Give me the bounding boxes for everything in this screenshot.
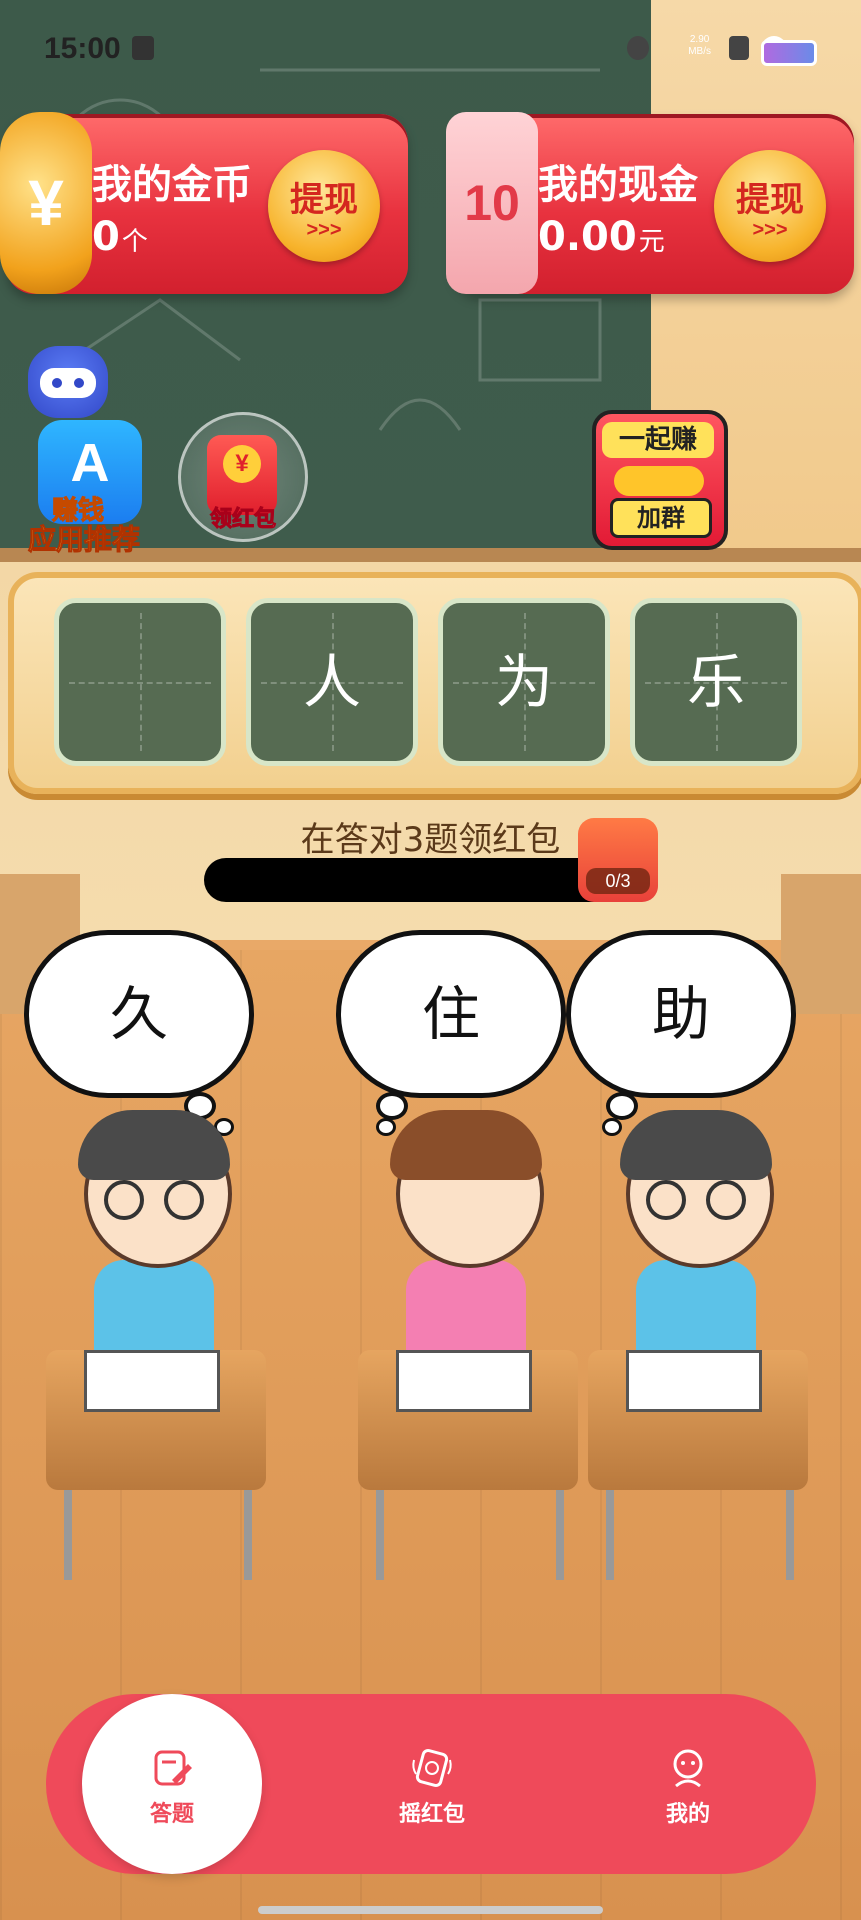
app-recommend-label: 应用推荐 (27, 523, 141, 557)
choice-bubble-3[interactable]: 助 (566, 930, 796, 1098)
robot-face (40, 368, 96, 398)
choice-char: 久 (109, 980, 168, 1048)
coins-card[interactable]: ¥ 我的金币 0个 提现 >>> (0, 112, 408, 294)
close-icon (729, 36, 749, 60)
open-book-icon (626, 1350, 762, 1412)
network-speed-unit: MB/s (688, 46, 711, 57)
idiom-cell-2[interactable]: 人 (246, 598, 418, 766)
idiom-cell-3[interactable]: 为 (438, 598, 610, 766)
tab-profile[interactable]: 我的 (618, 1746, 758, 1828)
red-packet-label: 领红包 (209, 507, 276, 533)
status-time: 15:00 (44, 32, 121, 65)
mute-icon (627, 36, 649, 60)
shake-redpacket-icon (412, 1749, 452, 1787)
cash-withdraw-button[interactable]: 提现 >>> (714, 150, 826, 262)
screen: 15:00 2.90 MB/s ¥ 我的金币 0个 提现 >>> 10 我的现金… (0, 0, 861, 1920)
girl-hair (390, 1110, 542, 1180)
cash-amount: 0.00元 (538, 214, 665, 260)
boy-hair (78, 1110, 230, 1180)
desk-leg (606, 1490, 614, 1580)
robot-assistant-icon[interactable] (28, 346, 108, 418)
open-book-icon (84, 1350, 220, 1412)
withdraw-label: 提现 (290, 180, 358, 220)
desk-leg (556, 1490, 564, 1580)
choice-char: 助 (651, 980, 710, 1048)
chevrons-icon: >>> (306, 219, 342, 241)
gift-box-icon[interactable]: 0/3 (578, 818, 658, 902)
coins-withdraw-button[interactable]: 提现 >>> (268, 150, 380, 262)
quiz-edit-icon (154, 1750, 192, 1786)
home-indicator[interactable] (258, 1906, 603, 1914)
cash-card[interactable]: 10 我的现金 0.00元 提现 >>> (446, 112, 854, 294)
coins-pile-icon (614, 466, 704, 496)
coins-unit: 个 (121, 227, 148, 257)
banknote-icon: 10 (446, 112, 538, 294)
idiom-answer-board: 人 为 乐 (8, 572, 861, 794)
choice-kid-3[interactable]: 助 (566, 930, 836, 1580)
choice-bubble-1[interactable]: 久 (24, 930, 254, 1098)
join-group-button[interactable]: 一起赚 加群 (592, 410, 728, 550)
coins-amount: 0个 (92, 214, 148, 260)
desk-leg (64, 1490, 72, 1580)
idiom-char: 为 (494, 648, 553, 716)
idiom-char: 乐 (686, 648, 745, 716)
network-speed: 2.90 MB/s (688, 34, 711, 58)
network-speed-value: 2.90 (689, 34, 710, 45)
desk-leg (786, 1490, 794, 1580)
glasses (646, 1180, 746, 1220)
yuan-coin-icon: ¥ (223, 445, 261, 483)
cash-title: 我的现金 (538, 162, 698, 208)
idiom-char: 人 (302, 648, 361, 716)
withdraw-label: 提现 (736, 180, 804, 220)
chevrons-icon: >>> (752, 219, 788, 241)
app-store-icon: A (70, 433, 110, 493)
desk-leg (244, 1490, 252, 1580)
desk-leg (376, 1490, 384, 1580)
coins-title: 我的金币 (92, 162, 252, 208)
bubble-tail (602, 1118, 622, 1136)
idiom-cell-1[interactable] (54, 598, 226, 766)
tab-label: 摇红包 (398, 1802, 465, 1827)
tab-label: 答题 (149, 1802, 194, 1827)
tab-quiz[interactable]: 答题 (102, 1746, 242, 1828)
boy-hair (620, 1110, 772, 1180)
notification-icon (132, 36, 154, 60)
open-book-icon (396, 1350, 532, 1412)
status-bar: 15:00 2.90 MB/s (0, 0, 861, 100)
red-packet-button[interactable]: ¥ 领红包 (178, 412, 308, 542)
coins-value: 0 (92, 214, 120, 260)
progress-hint: 在答对3题领红包 (300, 820, 561, 860)
bubble-tail (606, 1092, 638, 1120)
progress-count: 0/3 (586, 868, 650, 894)
bubble-tail (376, 1118, 396, 1136)
cash-unit: 元 (638, 227, 665, 257)
choice-char: 住 (421, 980, 480, 1048)
cash-value: 0.00 (538, 214, 637, 260)
choice-kid-1[interactable]: 久 (24, 930, 294, 1580)
choice-bubble-2[interactable]: 住 (336, 930, 566, 1098)
join-group-label: 加群 (610, 498, 712, 538)
bubble-tail (376, 1092, 408, 1120)
battery-icon (761, 40, 817, 66)
join-group-top: 一起赚 (602, 422, 714, 458)
app-recommend-button[interactable]: A 赚钱 (38, 420, 142, 527)
idiom-cell-4[interactable]: 乐 (630, 598, 802, 766)
tab-shake-redpacket[interactable]: 摇红包 (362, 1746, 502, 1828)
tab-label: 我的 (665, 1802, 710, 1827)
profile-icon (673, 1749, 703, 1788)
glasses (104, 1180, 204, 1220)
gold-coin-icon: ¥ (0, 112, 92, 294)
